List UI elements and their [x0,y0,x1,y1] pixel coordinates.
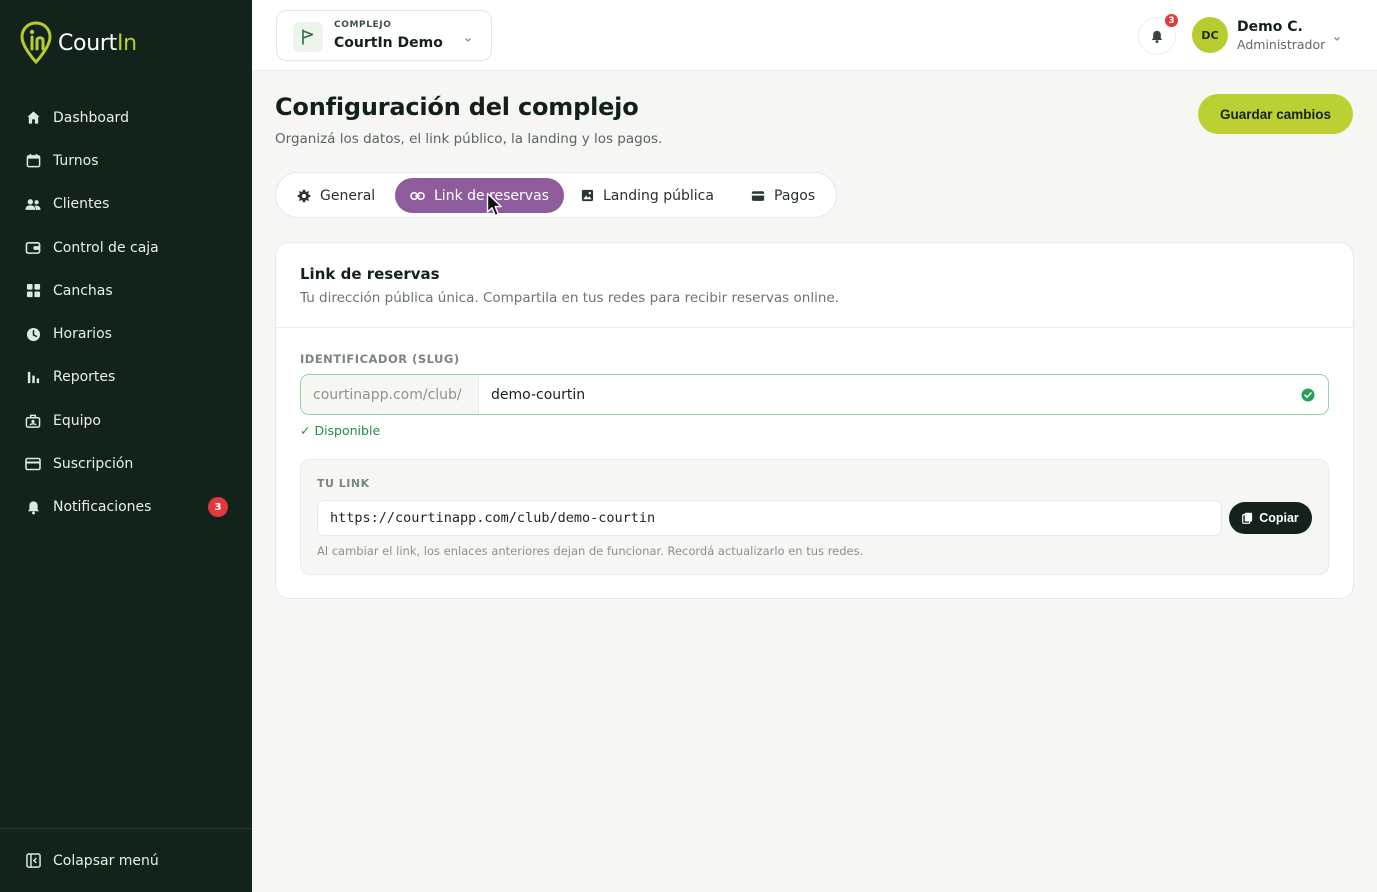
image-icon [581,189,594,202]
chevron-down-icon[interactable] [1332,29,1342,48]
notification-badge: 3 [1163,12,1180,29]
tab-link-de-reservas[interactable]: Link de reservas [395,178,564,213]
sidebar-nav: Dashboard Turnos Clientes Control de caj… [0,96,252,529]
brand-name: CourtIn [58,30,137,56]
tab-landing-publica[interactable]: Landing pública [566,178,729,213]
sidebar: CourtIn Dashboard Turnos Clientes Contro… [0,0,252,892]
copy-label: Copiar [1259,511,1299,525]
sidebar-item-control-de-caja[interactable]: Control de caja [0,226,252,269]
link-change-note: Al cambiar el link, los enlaces anterior… [317,544,864,558]
gear-icon [297,189,311,203]
copy-icon [1242,512,1253,524]
collapse-menu-label: Colapsar menú [53,852,159,869]
slug-input[interactable] [479,375,1279,414]
sidebar-item-label: Clientes [53,196,110,213]
booking-link-card: Link de reservas Tu dirección pública ún… [275,242,1354,599]
link-label: TU LINK [317,477,370,490]
availability-status: ✓ Disponible [300,423,381,438]
sidebar-item-label: Reportes [53,369,116,386]
sidebar-item-label: Notificaciones [53,499,152,516]
tab-label: General [320,187,376,204]
team-icon [25,413,41,429]
notification-count-badge: 3 [208,497,228,518]
flag-icon [293,22,323,52]
home-icon [25,110,41,126]
save-changes-button[interactable]: Guardar cambios [1198,94,1353,134]
brand-logo[interactable]: CourtIn [20,21,137,65]
tab-pagos[interactable]: Pagos [736,178,830,213]
card-description: Tu dirección pública única. Compartila e… [300,290,839,306]
slug-field: courtinapp.com/club/ [300,374,1329,415]
sidebar-item-label: Turnos [53,152,99,169]
bell-icon [25,499,41,515]
user-name[interactable]: Demo C. [1237,19,1303,35]
page-subtitle: Organizá los datos, el link público, la … [275,131,663,147]
slug-prefix: courtinapp.com/club/ [301,375,479,414]
clock-icon [25,326,41,342]
tab-label: Landing pública [603,187,714,204]
complex-name: CourtIn Demo [334,35,443,51]
sidebar-item-label: Canchas [53,282,113,299]
complex-label: COMPLEJO [334,20,392,30]
bar-chart-icon [25,369,41,385]
public-link-box: TU LINK https://courtinapp.com/club/demo… [300,459,1329,575]
sidebar-item-equipo[interactable]: Equipo [0,399,252,442]
sidebar-item-dashboard[interactable]: Dashboard [0,96,252,139]
sidebar-item-label: Horarios [53,326,112,343]
card-title: Link de reservas [300,265,440,283]
chevron-down-icon [463,30,473,49]
grid-icon [25,283,41,299]
wallet-icon [25,240,41,256]
sidebar-item-horarios[interactable]: Horarios [0,312,252,355]
sidebar-item-label: Equipo [53,412,101,429]
calendar-icon [25,153,41,169]
bell-icon [1151,30,1163,43]
link-icon [410,191,425,201]
settings-tabs: General Link de reservas Landing pública… [275,172,837,218]
collapse-sidebar-icon [25,853,41,869]
complex-selector[interactable]: COMPLEJO CourtIn Demo [276,10,492,61]
sidebar-item-turnos[interactable]: Turnos [0,139,252,182]
page-title: Configuración del complejo [275,93,639,121]
sidebar-item-suscripcion[interactable]: Suscripción [0,442,252,485]
slug-label: IDENTIFICADOR (SLUG) [300,352,460,366]
tab-general[interactable]: General [282,178,390,213]
sidebar-item-reportes[interactable]: Reportes [0,356,252,399]
tab-label: Pagos [774,187,816,204]
users-icon [25,196,41,212]
sidebar-item-label: Suscripción [53,456,134,473]
public-link-url[interactable]: https://courtinapp.com/club/demo-courtin [317,500,1222,536]
sidebar-item-clientes[interactable]: Clientes [0,183,252,226]
sidebar-item-label: Dashboard [53,109,129,126]
credit-card-icon [751,190,765,202]
sidebar-item-notificaciones[interactable]: Notificaciones 3 [0,486,252,529]
mouse-cursor-icon [486,192,504,222]
sidebar-item-label: Control de caja [53,239,159,256]
sidebar-item-canchas[interactable]: Canchas [0,269,252,312]
collapse-menu-button[interactable]: Colapsar menú [0,828,252,892]
avatar[interactable]: DC [1192,17,1228,53]
card-icon [25,456,41,472]
divider [276,327,1353,328]
topbar: COMPLEJO CourtIn Demo 3 DC Demo C. Admin… [252,0,1377,71]
copy-link-button[interactable]: Copiar [1229,502,1312,534]
user-role: Administrador [1237,37,1326,52]
location-pin-logo-icon [20,21,52,65]
check-circle-icon [1301,387,1315,406]
